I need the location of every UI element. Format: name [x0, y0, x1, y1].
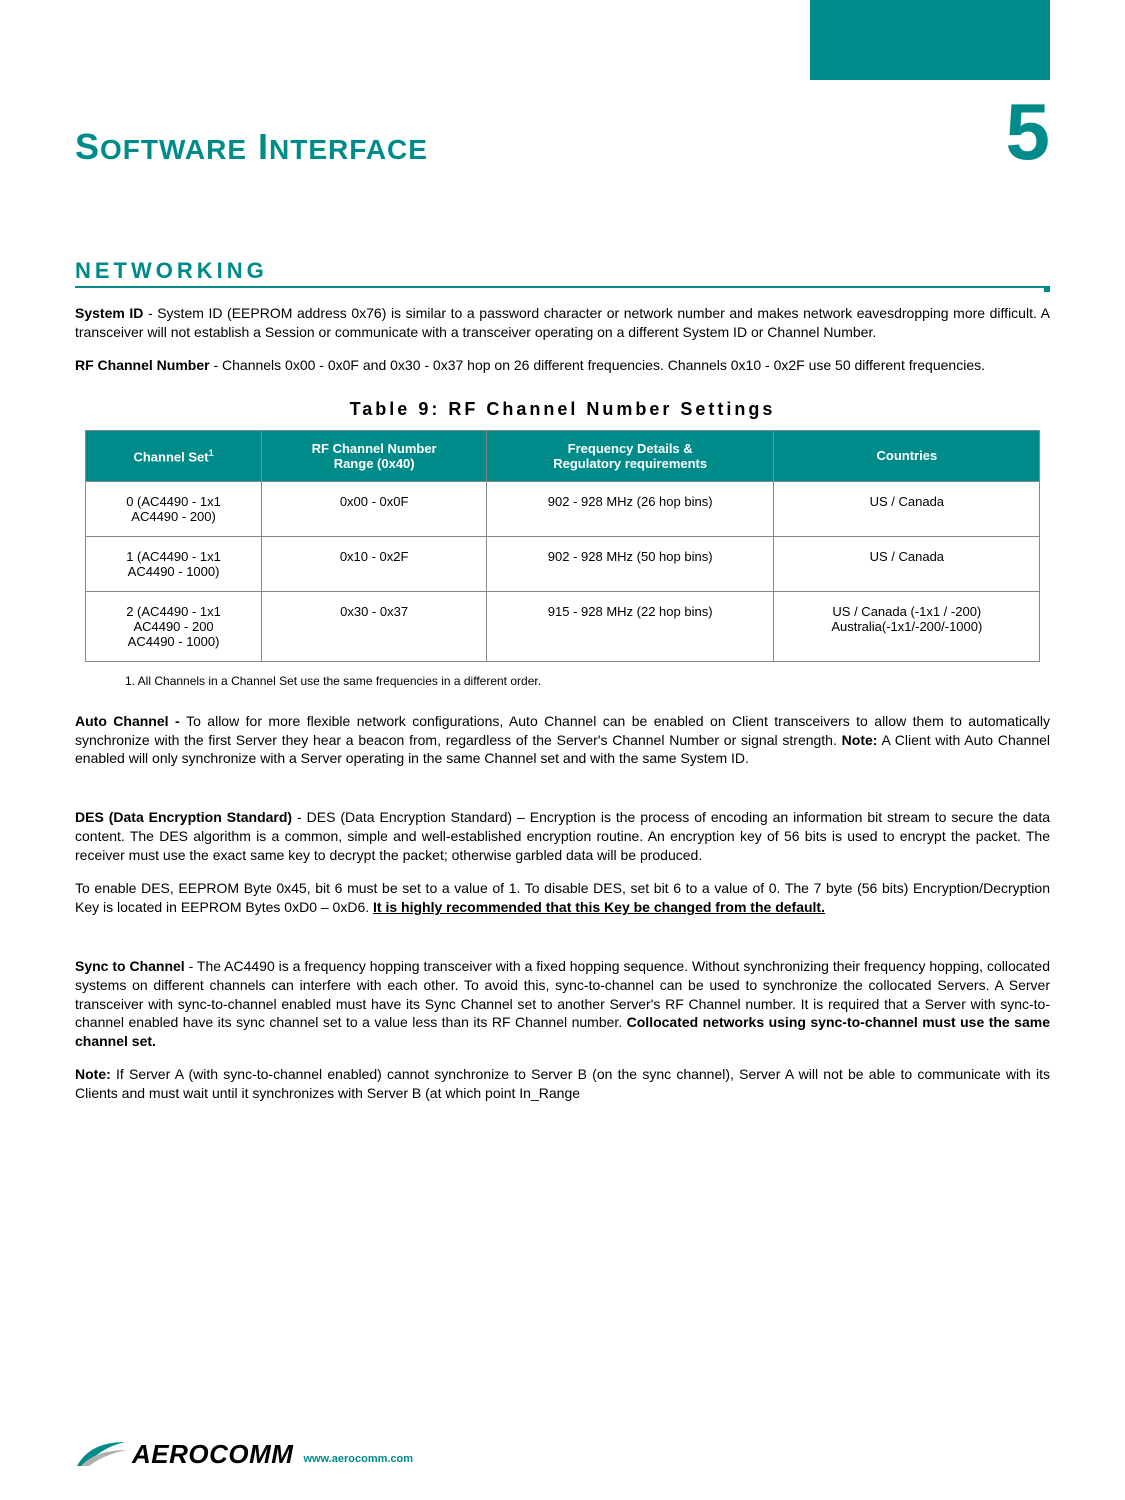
label-note2: Note: [75, 1066, 111, 1082]
para-sync-note: Note: If Server A (with sync-to-channel … [75, 1065, 1050, 1103]
text-rf-channel: - Channels 0x00 - 0x0F and 0x30 - 0x37 h… [210, 357, 985, 373]
label-rf-channel: RF Channel Number [75, 357, 210, 373]
td-countries: US / Canada (-1x1 / -200)Australia(-1x1/… [774, 591, 1040, 661]
text-system-id: - System ID (EEPROM address 0x76) is sim… [75, 305, 1050, 340]
td-range: 0x30 - 0x37 [262, 591, 487, 661]
title-char: S [75, 126, 100, 167]
title-char2: I [258, 126, 269, 167]
td-freq: 902 - 928 MHz (50 hop bins) [486, 536, 774, 591]
table-footnote: 1. All Channels in a Channel Set use the… [125, 674, 1050, 688]
th-rf-range: RF Channel NumberRange (0x40) [262, 430, 487, 481]
page-content: SOFTWARE INTERFACE 5 NETWORKING System I… [0, 0, 1125, 1153]
td-freq: 902 - 928 MHz (26 hop bins) [486, 481, 774, 536]
td-channel-set: 0 (AC4490 - 1x1AC4490 - 200) [85, 481, 262, 536]
td-text: 0 (AC4490 - 1x1 [126, 494, 221, 509]
logo-swoosh-icon [75, 1438, 130, 1470]
label-sync: Sync to Channel [75, 958, 185, 974]
td-text: 2 (AC4490 - 1x1 [126, 604, 221, 619]
td-text: AC4490 - 1000) [128, 634, 220, 649]
table-row: 1 (AC4490 - 1x1AC4490 - 1000) 0x10 - 0x2… [85, 536, 1040, 591]
label-auto-channel: Auto Channel - [75, 713, 186, 729]
label-des: DES (Data Encryption Standard) [75, 809, 292, 825]
th-freq: Frequency Details &Regulatory requiremen… [486, 430, 774, 481]
table-title: Table 9: RF Channel Number Settings [75, 399, 1050, 420]
th-text: Range (0x40) [334, 456, 415, 471]
td-text: 1 (AC4490 - 1x1 [126, 549, 221, 564]
th-channel-set: Channel Set1 [85, 430, 262, 481]
td-text: US / Canada (-1x1 / -200) [832, 604, 981, 619]
para-rf-channel: RF Channel Number - Channels 0x00 - 0x0F… [75, 356, 1050, 375]
th-text: RF Channel Number [312, 441, 437, 456]
title-rest: OFTWARE [100, 134, 247, 165]
table-row: 2 (AC4490 - 1x1AC4490 - 200AC4490 - 1000… [85, 591, 1040, 661]
para-sync: Sync to Channel - The AC4490 is a freque… [75, 957, 1050, 1051]
chapter-header: SOFTWARE INTERFACE 5 [75, 100, 1050, 168]
para-auto-channel: Auto Channel - To allow for more flexibl… [75, 712, 1050, 769]
table-header-row: Channel Set1 RF Channel NumberRange (0x4… [85, 430, 1040, 481]
label-system-id: System ID [75, 305, 143, 321]
th-text: Frequency Details & [568, 441, 693, 456]
td-text: US / Canada [870, 494, 944, 509]
td-countries: US / Canada [774, 481, 1040, 536]
th-countries: Countries [774, 430, 1040, 481]
footer: AEROCOMM www.aerocomm.com [75, 1438, 413, 1470]
td-channel-set: 1 (AC4490 - 1x1AC4490 - 1000) [85, 536, 262, 591]
td-channel-set: 2 (AC4490 - 1x1AC4490 - 200AC4490 - 1000… [85, 591, 262, 661]
title-rest2: NTERFACE [269, 134, 428, 165]
channel-table: Channel Set1 RF Channel NumberRange (0x4… [85, 430, 1041, 662]
th-sup: 1 [209, 448, 214, 458]
table-row: 0 (AC4490 - 1x1AC4490 - 200) 0x00 - 0x0F… [85, 481, 1040, 536]
td-text: Australia(-1x1/-200/-1000) [831, 619, 982, 634]
text-note: If Server A (with sync-to-channel enable… [75, 1066, 1050, 1101]
td-freq: 915 - 928 MHz (22 hop bins) [486, 591, 774, 661]
chapter-number: 5 [1006, 100, 1051, 164]
para-des: DES (Data Encryption Standard) - DES (Da… [75, 808, 1050, 865]
th-text: Regulatory requirements [553, 456, 707, 471]
header-teal-block [810, 0, 1050, 80]
section-heading-networking: NETWORKING [75, 258, 1050, 288]
para-system-id: System ID - System ID (EEPROM address 0x… [75, 304, 1050, 342]
logo-text: AEROCOMM [132, 1439, 293, 1470]
td-text: US / Canada [870, 549, 944, 564]
td-range: 0x00 - 0x0F [262, 481, 487, 536]
th-text: Countries [877, 448, 938, 463]
td-text: AC4490 - 200) [131, 509, 216, 524]
th-text: Channel Set [133, 449, 208, 464]
td-range: 0x10 - 0x2F [262, 536, 487, 591]
chapter-title: SOFTWARE INTERFACE [75, 126, 428, 168]
footer-url: www.aerocomm.com [303, 1453, 413, 1465]
para-des2: To enable DES, EEPROM Byte 0x45, bit 6 m… [75, 879, 1050, 917]
td-text: AC4490 - 1000) [128, 564, 220, 579]
text-des2-underline: It is highly recommended that this Key b… [373, 899, 825, 915]
td-countries: US / Canada [774, 536, 1040, 591]
label-note: Note: [842, 732, 878, 748]
td-text: AC4490 - 200 [133, 619, 213, 634]
